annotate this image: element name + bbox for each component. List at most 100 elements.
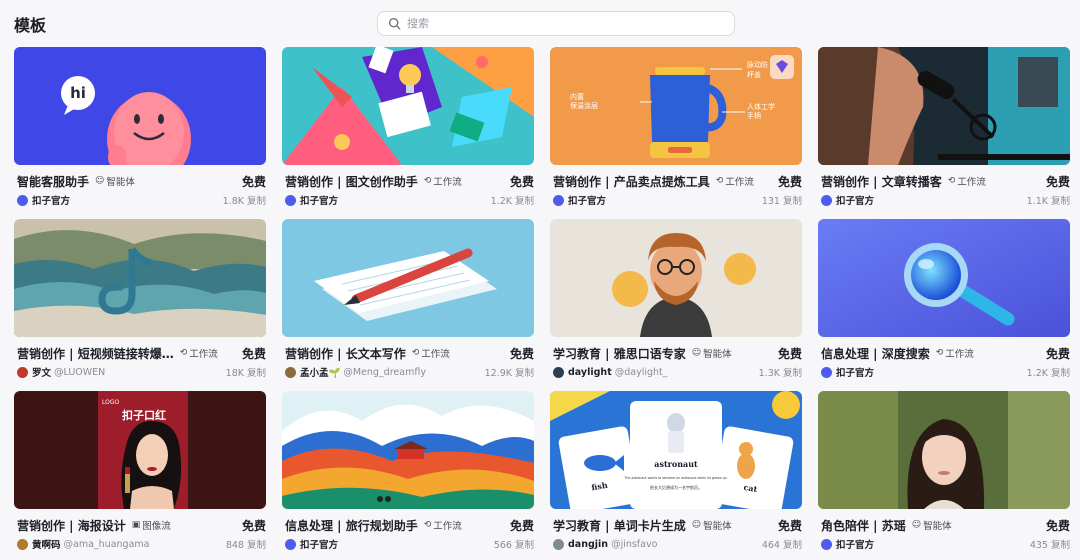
- template-card[interactable]: astronaut The astronaut wants to become …: [550, 391, 802, 560]
- kettle-illustration: 内置 保温涂层 脉动防 杯盖 人体工学 手柄: [550, 47, 802, 165]
- card-price: 免费: [777, 518, 802, 533]
- workflow-icon: ⟲: [947, 176, 956, 186]
- author-name[interactable]: 扣子官方: [836, 365, 874, 379]
- author-avatar: [17, 538, 28, 550]
- author-name[interactable]: dangjin: [568, 539, 608, 550]
- workflow-icon: ⟲: [935, 348, 944, 358]
- card-price: 免费: [777, 174, 802, 189]
- template-card[interactable]: 内置 保温涂层 脉动防 杯盖 人体工学 手柄 营销创作 | 产品卖点提炼工具 ⟲…: [550, 47, 802, 219]
- workflow-icon: ⟲: [411, 348, 420, 358]
- card-thumbnail: [550, 219, 802, 337]
- svg-text:LOGO: LOGO: [102, 399, 120, 406]
- author-avatar: [821, 538, 832, 550]
- template-card[interactable]: 学习教育 | 雅思口语专家 ☺ 智能体 免费 daylight @daylight…: [550, 219, 802, 391]
- copy-count: 12.9K 复制: [484, 368, 534, 379]
- microphone-photo: [818, 47, 1070, 165]
- author-avatar: [17, 194, 28, 206]
- author-name[interactable]: 扣子官方: [300, 537, 338, 551]
- card-title: 智能客服助手: [17, 174, 90, 189]
- portrait-photo: [818, 391, 1070, 509]
- card-title: 角色陪伴 | 苏瑶: [821, 518, 906, 533]
- search-icon: [388, 17, 401, 30]
- author-avatar: [553, 194, 564, 206]
- card-tag: ⟲ 工作流: [423, 176, 462, 188]
- lipstick-poster: LOGO 扣子口红: [14, 391, 266, 509]
- search-box[interactable]: [377, 11, 735, 36]
- author-name[interactable]: 扣子官方: [836, 193, 874, 207]
- search-input[interactable]: [407, 17, 707, 30]
- mountain-illustration: [282, 391, 534, 509]
- template-card[interactable]: 角色陪伴 | 苏瑶 ☺ 智能体 免费 扣子官方 435 复制: [818, 391, 1070, 560]
- author-avatar: [285, 194, 296, 206]
- card-title: 营销创作 | 短视频链接转爆…: [17, 346, 174, 361]
- svg-text:人体工学: 人体工学: [747, 102, 775, 111]
- card-thumbnail: [14, 219, 266, 337]
- colorful-stationery-illustration: [282, 47, 534, 165]
- wave-painting: [14, 219, 266, 337]
- agent-icon: ☺: [95, 176, 105, 186]
- card-price: 免费: [1045, 518, 1070, 533]
- svg-text:他长大后想成为一名宇航员。: 他长大后想成为一名宇航员。: [650, 484, 702, 490]
- card-title: 营销创作 | 图文创作助手: [285, 174, 418, 189]
- template-card[interactable]: 营销创作 | 图文创作助手 ⟲ 工作流 免费 扣子官方 1.2K 复制: [282, 47, 534, 219]
- author-name[interactable]: 扣子官方: [32, 193, 70, 207]
- template-grid: hi 智能客服助手 ☺ 智能体 免费 扣子官方 1.8K 复制 营销创作 | 图…: [14, 47, 1070, 560]
- author-handle: @Meng_dreamfly: [343, 366, 426, 378]
- page-title: 模板: [14, 16, 47, 35]
- workflow-icon: ⟲: [179, 348, 188, 358]
- card-title: 营销创作 | 文章转播客: [821, 174, 942, 189]
- author-name[interactable]: daylight: [568, 367, 612, 378]
- card-thumbnail: [818, 47, 1070, 165]
- agent-icon: ☺: [691, 520, 702, 530]
- bubble-text: hi: [70, 84, 86, 102]
- workflow-icon: ⟲: [423, 520, 432, 530]
- author-name[interactable]: 扣子官方: [300, 193, 338, 207]
- teacher-illustration: [550, 219, 802, 337]
- template-card[interactable]: 信息处理 | 旅行规划助手 ⟲ 工作流 免费 扣子官方 566 复制: [282, 391, 534, 560]
- author-avatar: [821, 366, 832, 378]
- copy-count: 1.1K 复制: [1026, 196, 1070, 207]
- pen-paper-illustration: [282, 219, 534, 337]
- author-avatar: [553, 538, 564, 550]
- author-handle: @ama_huangama: [63, 538, 150, 550]
- image-flow-icon: ▣: [131, 520, 141, 530]
- card-title: 学习教育 | 雅思口语专家: [553, 346, 686, 361]
- copy-count: 464 复制: [761, 540, 802, 551]
- template-card[interactable]: hi 智能客服助手 ☺ 智能体 免费 扣子官方 1.8K 复制: [14, 47, 266, 219]
- card-title: 信息处理 | 旅行规划助手: [285, 518, 418, 533]
- author-name[interactable]: 黄啊码: [32, 537, 61, 551]
- card-thumbnail: [818, 391, 1070, 509]
- template-card[interactable]: 营销创作 | 文章转播客 ⟲ 工作流 免费 扣子官方 1.1K 复制: [818, 47, 1070, 219]
- workflow-icon: ⟲: [715, 176, 724, 186]
- card-tag: ⟲ 工作流: [423, 520, 462, 532]
- card-tag: ⟲ 工作流: [179, 348, 218, 360]
- card-tag: ⟲ 工作流: [715, 176, 754, 188]
- card-title: 营销创作 | 海报设计: [17, 518, 126, 533]
- card-price: 免费: [1045, 346, 1070, 361]
- copy-count: 1.3K 复制: [758, 368, 802, 379]
- author-name[interactable]: 孟小孟🌱: [300, 365, 340, 379]
- template-card[interactable]: LOGO 扣子口红 营销创作 | 海报设计 ▣ 图像流 免费 黄啊码 @ama_h…: [14, 391, 266, 560]
- template-card[interactable]: 信息处理 | 深度搜索 ⟲ 工作流 免费 扣子官方 1.2K 复制: [818, 219, 1070, 391]
- card-price: 免费: [241, 174, 266, 189]
- author-handle: @daylight_: [614, 366, 668, 378]
- copy-count: 566 复制: [493, 540, 534, 551]
- svg-text:扣子口红: 扣子口红: [122, 408, 166, 422]
- svg-text:内置: 内置: [570, 92, 584, 101]
- author-name[interactable]: 扣子官方: [836, 537, 874, 551]
- template-card[interactable]: 营销创作 | 短视频链接转爆… ⟲ 工作流 免费 罗文 @LUOWEN 18K 复…: [14, 219, 266, 391]
- author-handle: @jinsfavo: [611, 538, 658, 550]
- card-title: 学习教育 | 单词卡片生成: [553, 518, 686, 533]
- card-title: 信息处理 | 深度搜索: [821, 346, 930, 361]
- card-tag: ⟲ 工作流: [411, 348, 450, 360]
- card-price: 免费: [509, 174, 534, 189]
- workflow-icon: ⟲: [423, 176, 432, 186]
- card-thumbnail: [282, 391, 534, 509]
- author-name[interactable]: 扣子官方: [568, 193, 606, 207]
- author-handle: @LUOWEN: [54, 366, 106, 378]
- card-thumbnail: [818, 219, 1070, 337]
- svg-text:保温涂层: 保温涂层: [570, 101, 598, 110]
- template-card[interactable]: 营销创作 | 长文本写作 ⟲ 工作流 免费 孟小孟🌱 @Meng_dreamfly…: [282, 219, 534, 391]
- author-avatar: [285, 366, 296, 378]
- author-name[interactable]: 罗文: [32, 365, 51, 379]
